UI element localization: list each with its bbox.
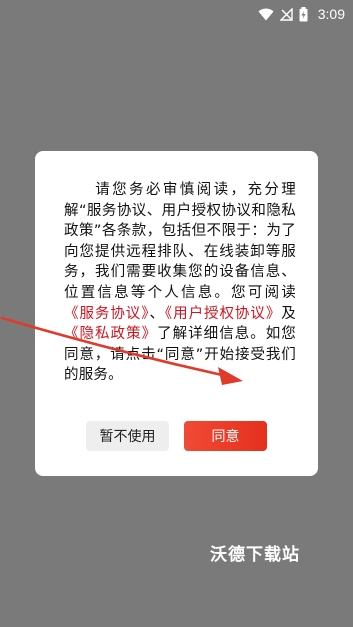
status-time: 3:09 [317,6,345,22]
agree-button[interactable]: 同意 [184,421,267,451]
conjunction-text: 及 [281,305,296,322]
privacy-dialog: 请您务必审慎阅读，充分理解“服务协议、用户授权协议和隐私政策”各条款，包括但不限… [35,151,318,476]
no-signal-icon [279,7,293,21]
user-authorization-link[interactable]: 《用户授权协议》 [165,306,281,322]
dialog-body-text: 请您务必审慎阅读，充分理解“服务协议、用户授权协议和隐私政策”各条款，包括但不限… [64,180,296,386]
decline-button[interactable]: 暂不使用 [86,421,169,451]
battery-charging-icon [299,6,308,22]
privacy-policy-link[interactable]: 《隐私政策》 [64,326,157,342]
separator-text: 、 [149,305,165,322]
watermark-text: 沃德下载站 [210,545,300,565]
status-bar: 3:09 [0,0,353,28]
intro-text: 请您务必审慎阅读，充分理解“服务协议、用户授权协议和隐私政策”各条款，包括但不限… [64,182,296,301]
wifi-icon [258,8,274,21]
service-agreement-link[interactable]: 《服务协议》 [64,306,149,322]
